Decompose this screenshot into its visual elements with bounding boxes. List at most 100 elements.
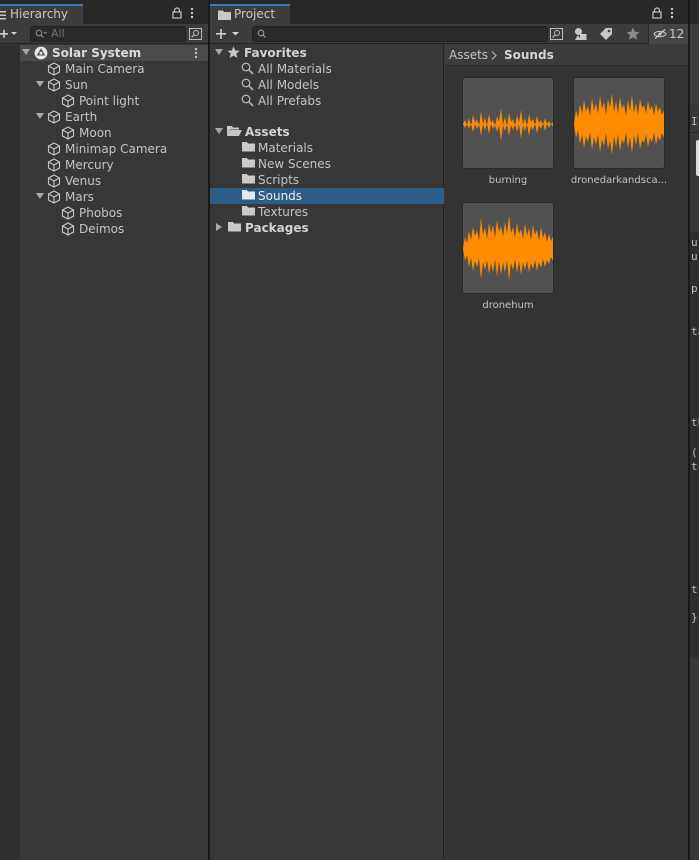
folder-open-icon (227, 125, 242, 137)
expand-arrow-icon[interactable] (216, 223, 223, 231)
audio-clip-thumbnail[interactable] (462, 202, 554, 294)
hierarchy-item-sun[interactable]: Sun (20, 77, 208, 93)
folder-icon (242, 141, 255, 152)
hierarchy-item-moon[interactable]: Moon (20, 125, 208, 141)
hierarchy-item-label: Minimap Camera (65, 142, 168, 156)
hierarchy-item-venus[interactable]: Venus (20, 173, 208, 189)
add-dropdown-button[interactable] (0, 27, 18, 41)
hierarchy-item-point-light[interactable]: Point light (20, 93, 208, 109)
chevron-right-icon (491, 51, 497, 60)
breadcrumb-sounds[interactable]: Sounds (504, 47, 554, 63)
tree-item-textures[interactable]: Textures (210, 204, 444, 220)
hierarchy-item-label: Mercury (65, 158, 114, 172)
tree-item-label: Packages (245, 221, 309, 235)
tab-hierarchy[interactable]: Hierarchy (0, 4, 83, 24)
collapse-arrow-icon[interactable] (36, 193, 44, 200)
tree-item-packages[interactable]: Packages (210, 220, 444, 236)
kebab-menu-icon[interactable] (190, 7, 194, 19)
hierarchy-item-label: Main Camera (65, 62, 145, 76)
lock-icon[interactable] (172, 7, 182, 19)
hierarchy-item-mercury[interactable]: Mercury (20, 157, 208, 173)
hierarchy-item-deimos[interactable]: Deimos (20, 221, 208, 237)
list-icon (0, 10, 6, 20)
tree-item-favorites[interactable]: Favorites (210, 45, 444, 61)
hierarchy-item-phobos[interactable]: Phobos (20, 205, 208, 221)
inspector-fragment: u (691, 250, 698, 263)
gameobject-cube-icon (61, 222, 75, 236)
collapse-arrow-icon[interactable] (215, 128, 223, 135)
tab-project[interactable]: Project (210, 4, 290, 24)
waveform-icon (463, 215, 553, 281)
tree-item-label: All Materials (258, 62, 332, 76)
hierarchy-tab-bar: Hierarchy (0, 0, 208, 24)
scene-kebab-menu-icon[interactable] (194, 47, 198, 59)
create-dropdown-button[interactable] (216, 27, 242, 41)
gameobject-cube-icon (61, 126, 75, 140)
inspector-header (690, 24, 699, 104)
scene-search-icon[interactable] (189, 28, 202, 40)
gameobject-cube-icon (47, 78, 61, 92)
search-by-scene-icon[interactable] (550, 28, 563, 40)
search-by-type-icon[interactable] (574, 27, 588, 41)
tree-item-all-materials[interactable]: All Materials (210, 61, 444, 77)
folder-icon (242, 157, 255, 168)
search-by-label-icon[interactable] (599, 27, 613, 41)
inspector-fragment: ta (691, 325, 699, 338)
folder-icon (228, 221, 241, 232)
hierarchy-search-input[interactable]: All (30, 26, 186, 42)
tree-item-all-prefabs[interactable]: All Prefabs (210, 93, 444, 109)
hierarchy-item-label: Deimos (79, 222, 125, 236)
collapse-arrow-icon[interactable] (36, 113, 44, 120)
waveform-icon (463, 108, 553, 141)
tree-item-label: Assets (245, 125, 290, 139)
tree-item-assets[interactable]: Assets (210, 124, 444, 140)
collapse-arrow-icon[interactable] (36, 81, 44, 88)
tree-item-label: New Scenes (258, 157, 331, 171)
search-icon (241, 94, 254, 107)
hierarchy-item-mars[interactable]: Mars (20, 189, 208, 205)
gameobject-cube-icon (47, 158, 61, 172)
inspector-fragment: tr (691, 583, 699, 596)
tree-item-label: All Models (258, 78, 319, 92)
scene-row-solar-system[interactable]: Solar System (20, 45, 208, 61)
collapse-arrow-icon[interactable] (22, 49, 30, 56)
scene-name: Solar System (52, 46, 142, 60)
project-panel: Project 12 Favorites All Materials All M… (210, 0, 688, 860)
tree-item-all-models[interactable]: All Models (210, 77, 444, 93)
kebab-menu-icon[interactable] (670, 7, 674, 19)
hierarchy-toolbar: All (0, 24, 208, 44)
folder-icon (242, 173, 255, 184)
favorite-star-icon[interactable] (626, 27, 640, 41)
hierarchy-item-label: Mars (65, 190, 94, 204)
tree-item-scripts[interactable]: Scripts (210, 172, 444, 188)
tree-item-sounds-selected[interactable]: Sounds (210, 188, 444, 204)
folder-icon (242, 205, 255, 216)
file-label-dronehum: dronehum (482, 300, 534, 311)
project-search-input[interactable] (252, 26, 548, 42)
hierarchy-item-label: Venus (65, 174, 102, 188)
inspector-fragment: } (691, 611, 698, 624)
hierarchy-item-earth[interactable]: Earth (20, 109, 208, 125)
tree-item-label: Sounds (258, 189, 303, 203)
inspector-fragment: u (691, 236, 698, 249)
project-content-pane: Assets Sounds burning dronedarkandsca...… (445, 44, 688, 860)
tree-item-materials[interactable]: Materials (210, 140, 444, 156)
gameobject-cube-icon (47, 110, 61, 124)
hierarchy-item-label: Point light (79, 94, 140, 108)
gameobject-cube-icon (61, 94, 75, 108)
audio-clip-thumbnail[interactable] (462, 77, 554, 169)
search-icon (35, 29, 47, 39)
hierarchy-item-minimap-camera[interactable]: Minimap Camera (20, 141, 208, 157)
hierarchy-item-label: Sun (65, 78, 88, 92)
inspector-panel-partial: Ir u u p ta th (" tc tr } (690, 0, 699, 860)
lock-icon[interactable] (652, 7, 662, 19)
breadcrumb: Assets Sounds (445, 44, 688, 66)
audio-clip-thumbnail[interactable] (573, 77, 665, 169)
hidden-packages-toggle[interactable]: 12 (648, 24, 688, 44)
tree-item-label: Materials (258, 141, 314, 155)
tree-item-new-scenes[interactable]: New Scenes (210, 156, 444, 172)
hierarchy-item-main-camera[interactable]: Main Camera (20, 61, 208, 77)
collapse-arrow-icon[interactable] (215, 49, 223, 56)
hierarchy-panel: Hierarchy All Solar System Main Camera S… (0, 0, 208, 860)
breadcrumb-assets[interactable]: Assets (449, 47, 488, 63)
